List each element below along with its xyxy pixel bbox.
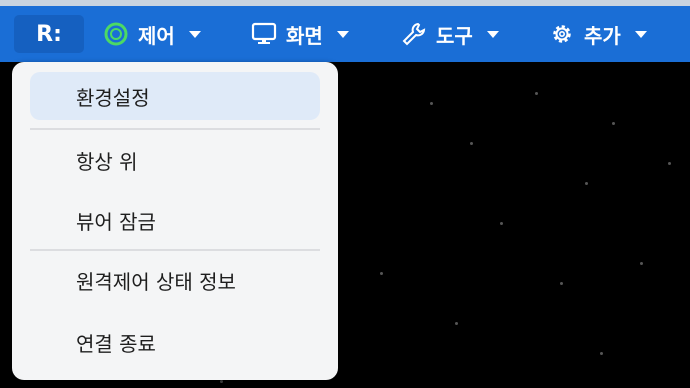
chevron-down-icon — [336, 30, 349, 38]
chevron-down-icon — [486, 30, 499, 38]
more-dropdown-menu: 환경설정 항상 위 뷰어 잠금 원격제어 상태 정보 연결 종료 — [12, 62, 338, 380]
screen-speck — [220, 380, 223, 383]
menu-item-always-on-top[interactable]: 항상 위 — [30, 136, 320, 184]
screen-speck — [380, 272, 383, 275]
screen-speck — [668, 162, 671, 165]
screen-speck — [612, 122, 615, 125]
more-menu-button[interactable]: 추가 — [548, 6, 647, 62]
screen-speck — [560, 282, 563, 285]
toolbar: R: 제어 화면 도구 추가 — [0, 6, 690, 62]
chevron-down-icon — [634, 30, 647, 38]
gear-icon — [548, 20, 576, 48]
menu-item-lock-viewer[interactable]: 뷰어 잠금 — [30, 196, 320, 244]
menu-divider — [30, 249, 320, 251]
logo-button[interactable]: R: — [14, 15, 84, 53]
screen-menu-label: 화면 — [286, 23, 323, 48]
screen-speck — [600, 352, 603, 355]
menu-item-label: 연결 종료 — [76, 331, 156, 356]
tools-menu-label: 도구 — [436, 23, 473, 48]
chevron-down-icon — [188, 30, 201, 38]
screen-speck — [640, 262, 643, 265]
wrench-icon — [400, 20, 428, 48]
menu-divider — [30, 128, 320, 130]
menu-item-label: 뷰어 잠금 — [76, 209, 156, 234]
menu-item-preferences[interactable]: 환경설정 — [30, 72, 320, 120]
screen-menu-button[interactable]: 화면 — [250, 6, 349, 62]
menu-item-label: 항상 위 — [76, 149, 138, 174]
menu-item-remote-status-info[interactable]: 원격제어 상태 정보 — [30, 256, 320, 304]
menu-item-label: 환경설정 — [76, 85, 150, 110]
screen-speck — [500, 222, 503, 225]
screen-speck — [455, 322, 458, 325]
control-menu-button[interactable]: 제어 — [102, 6, 201, 62]
screen-speck — [430, 102, 433, 105]
screen-speck — [585, 182, 588, 185]
screen-speck — [470, 142, 473, 145]
more-menu-label: 추가 — [584, 23, 621, 48]
menu-item-disconnect[interactable]: 연결 종료 — [30, 318, 320, 366]
screen-speck — [535, 92, 538, 95]
remote-control-icon — [102, 20, 130, 48]
control-menu-label: 제어 — [138, 23, 175, 48]
menu-item-label: 원격제어 상태 정보 — [76, 269, 236, 294]
logo-text: R: — [36, 21, 62, 47]
monitor-icon — [250, 20, 278, 48]
tools-menu-button[interactable]: 도구 — [400, 6, 499, 62]
